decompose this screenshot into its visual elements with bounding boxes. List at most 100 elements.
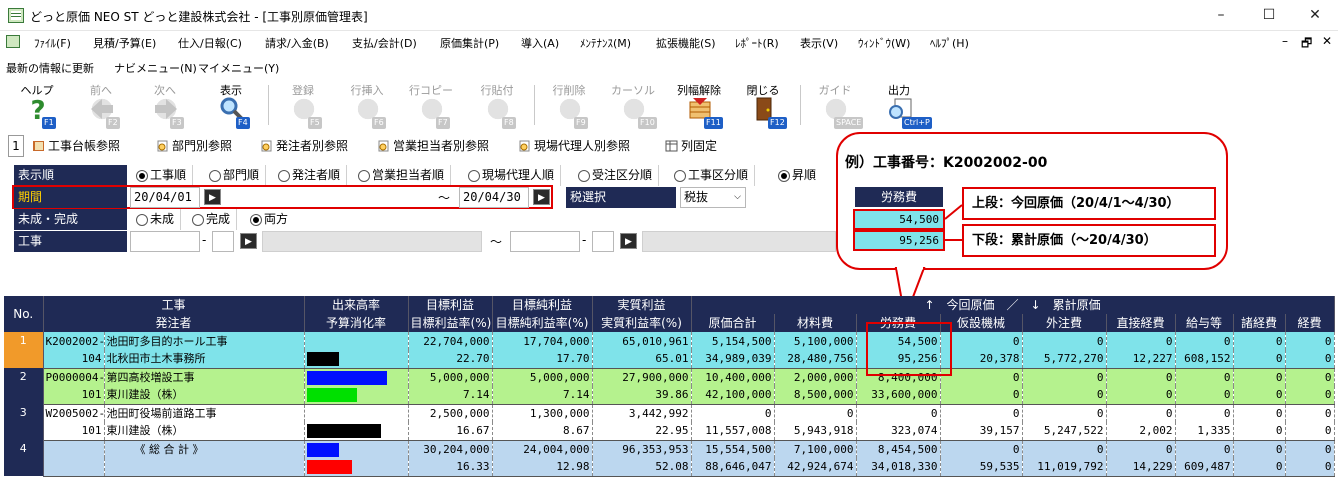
- work-from-branch-input[interactable]: [212, 231, 234, 252]
- cell-temporary-machinery[interactable]: 0: [940, 368, 1023, 386]
- cell-direct-expense[interactable]: 12,227: [1106, 350, 1176, 369]
- header-temporary-machinery[interactable]: 仮設機械: [940, 314, 1023, 332]
- order-radio-client[interactable]: 発注者順: [276, 165, 348, 186]
- tax-select[interactable]: 税抜 ⌵: [680, 187, 746, 208]
- cell-work-code[interactable]: 101: [43, 422, 105, 441]
- cell-direct-expense[interactable]: 0: [1106, 368, 1176, 386]
- cell-misc-expense[interactable]: 0: [1233, 422, 1286, 441]
- work-to-code-input[interactable]: [510, 231, 580, 252]
- cell-material-cost[interactable]: 5,100,000: [774, 332, 857, 350]
- row-insert-button[interactable]: 行挿入 F6: [338, 79, 396, 131]
- cell-salary[interactable]: 0: [1175, 386, 1234, 405]
- cell-bar[interactable]: [304, 440, 409, 458]
- close-screen-button[interactable]: 閉じる F12: [734, 79, 792, 131]
- header-target-profit-rate[interactable]: 目標利益率(%): [408, 314, 493, 332]
- cell-work-name[interactable]: 東川建設（株）: [104, 422, 305, 441]
- cell-direct-expense[interactable]: 0: [1106, 386, 1176, 405]
- cell-actual-profit[interactable]: 96,353,953: [592, 440, 692, 458]
- cell-cost-total[interactable]: 88,646,047: [691, 458, 775, 477]
- order-radio-department[interactable]: 部門順: [207, 165, 267, 186]
- cell-expense[interactable]: 0: [1285, 386, 1335, 405]
- table-row[interactable]: 1K2002002-00池田町多目的ホール工事 22,704,00017,704,…: [4, 332, 1335, 368]
- cell-work-code[interactable]: [43, 440, 105, 458]
- cell-expense[interactable]: 0: [1285, 440, 1335, 458]
- order-radio-sales-rep[interactable]: 営業担当者順: [356, 165, 452, 186]
- cell-bar[interactable]: [304, 368, 409, 386]
- guide-button[interactable]: ガイド SPACE: [806, 79, 864, 131]
- output-button[interactable]: 出力 Ctrl+P: [870, 79, 932, 131]
- close-button[interactable]: ✕: [1292, 3, 1338, 27]
- cell-target-net-profit[interactable]: 1,300,000: [492, 404, 593, 422]
- tab-freeze-columns[interactable]: 列固定: [663, 135, 717, 157]
- cell-target-profit[interactable]: 2,500,000: [408, 404, 493, 422]
- cell-labor-cost[interactable]: 33,600,000: [856, 386, 941, 405]
- row-number[interactable]: 4: [4, 440, 44, 476]
- cell-bar[interactable]: [304, 386, 409, 405]
- cell-labor-cost[interactable]: 8,454,500: [856, 440, 941, 458]
- cell-target-profit[interactable]: 16.67: [408, 422, 493, 441]
- cell-salary[interactable]: 1,335: [1175, 422, 1234, 441]
- cell-target-net-profit[interactable]: 17.70: [492, 350, 593, 369]
- menu-cost-total[interactable]: 原価集計(P): [440, 35, 499, 51]
- cell-subcontract[interactable]: 0: [1022, 332, 1107, 350]
- tab-client-reference[interactable]: 発注者別参照: [258, 135, 348, 157]
- order-radio-site-agent[interactable]: 現場代理人順: [466, 165, 562, 186]
- cell-work-name[interactable]: 《 総 合 計 》: [104, 440, 305, 458]
- cell-work-name[interactable]: 第四高校増設工事: [104, 368, 305, 386]
- cell-bar[interactable]: [304, 332, 409, 350]
- cell-material-cost[interactable]: 0: [774, 404, 857, 422]
- header-target-profit[interactable]: 目標利益: [408, 296, 493, 314]
- cell-direct-expense[interactable]: 0: [1106, 404, 1176, 422]
- cell-direct-expense[interactable]: 0: [1106, 332, 1176, 350]
- menu-report[interactable]: ﾚﾎﾟｰﾄ(R): [735, 35, 779, 51]
- cell-material-cost[interactable]: 5,943,918: [774, 422, 857, 441]
- cell-material-cost[interactable]: 8,500,000: [774, 386, 857, 405]
- cell-work-code[interactable]: 101: [43, 386, 105, 405]
- cell-actual-profit[interactable]: 52.08: [592, 458, 692, 477]
- cell-subcontract[interactable]: 0: [1022, 440, 1107, 458]
- cell-cost-total[interactable]: 10,400,000: [691, 368, 775, 386]
- cell-target-profit[interactable]: 30,204,000: [408, 440, 493, 458]
- cell-misc-expense[interactable]: 0: [1233, 368, 1286, 386]
- cell-actual-profit[interactable]: 65.01: [592, 350, 692, 369]
- menu-purchase[interactable]: 仕入/日報(C): [178, 35, 242, 51]
- cell-cost-total[interactable]: 34,989,039: [691, 350, 775, 369]
- menu-payment[interactable]: 支払/会計(D): [352, 35, 417, 51]
- cell-cost-total[interactable]: 42,100,000: [691, 386, 775, 405]
- header-salary[interactable]: 給与等: [1175, 314, 1234, 332]
- row-delete-button[interactable]: 行削除 F9: [540, 79, 598, 131]
- cell-temporary-machinery[interactable]: 0: [940, 386, 1023, 405]
- work-to-picker-button[interactable]: ▶: [620, 233, 637, 249]
- cell-expense[interactable]: 0: [1285, 422, 1335, 441]
- period-to-picker-button[interactable]: ▶: [533, 189, 550, 205]
- header-budget-usage[interactable]: 予算消化率: [304, 314, 409, 332]
- tab-ledger-reference[interactable]: 工事台帳参照: [30, 135, 120, 157]
- cell-work-name[interactable]: 東川建設（株）: [104, 386, 305, 405]
- cell-temporary-machinery[interactable]: 0: [940, 440, 1023, 458]
- cell-bar[interactable]: [304, 350, 409, 369]
- status-radio-incomplete[interactable]: 未成: [134, 209, 182, 230]
- menu-setup[interactable]: 導入(A): [521, 35, 559, 51]
- cell-cost-total[interactable]: 0: [691, 404, 775, 422]
- cell-direct-expense[interactable]: 2,002: [1106, 422, 1176, 441]
- cell-target-profit[interactable]: 5,000,000: [408, 368, 493, 386]
- work-from-picker-button[interactable]: ▶: [240, 233, 257, 249]
- cell-actual-profit[interactable]: 65,010,961: [592, 332, 692, 350]
- cell-misc-expense[interactable]: 0: [1233, 332, 1286, 350]
- order-radio-work[interactable]: 工事順: [134, 165, 194, 186]
- menu-view[interactable]: 表示(V): [800, 35, 838, 51]
- cell-target-net-profit[interactable]: 12.98: [492, 458, 593, 477]
- period-to-input[interactable]: 20/04/30: [459, 187, 529, 208]
- cell-expense[interactable]: 0: [1285, 404, 1335, 422]
- period-from-input[interactable]: 20/04/01: [130, 187, 200, 208]
- row-number[interactable]: 2: [4, 368, 44, 404]
- cell-actual-profit[interactable]: 22.95: [592, 422, 692, 441]
- cell-work-code[interactable]: W2005002-00: [43, 404, 105, 422]
- header-work[interactable]: 工事: [43, 296, 305, 314]
- cell-salary[interactable]: 0: [1175, 440, 1234, 458]
- row-copy-button[interactable]: 行コピー F7: [402, 79, 460, 131]
- cell-actual-profit[interactable]: 27,900,000: [592, 368, 692, 386]
- status-radio-complete[interactable]: 完成: [190, 209, 238, 230]
- table-row[interactable]: 2P0000004-00第四高校増設工事5,000,0005,000,00027…: [4, 368, 1335, 404]
- help-button[interactable]: ヘルプ ? F1: [8, 79, 66, 131]
